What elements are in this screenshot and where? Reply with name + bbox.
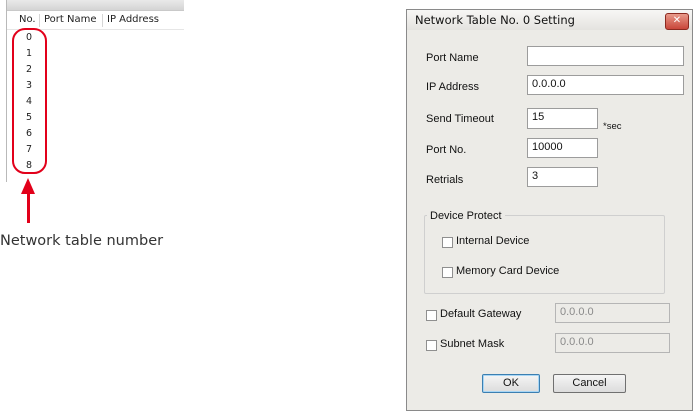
annotation-caption: Network table number <box>0 233 164 249</box>
retrials-label: Retrials <box>426 174 464 186</box>
default-gateway-label[interactable]: Default Gateway <box>440 308 521 320</box>
port-name-input[interactable] <box>527 46 684 66</box>
close-icon: ✕ <box>672 15 682 26</box>
port-no-label: Port No. <box>426 144 467 156</box>
ok-button[interactable]: OK <box>482 374 540 393</box>
device-protect-group <box>424 215 665 294</box>
arrow-shaft <box>27 192 30 223</box>
internal-device-label[interactable]: Internal Device <box>456 235 529 247</box>
list-top-bar <box>7 0 184 11</box>
send-timeout-unit: *sec <box>603 121 622 132</box>
cancel-button[interactable]: Cancel <box>553 374 626 393</box>
highlight-outline <box>12 28 47 174</box>
port-name-label: Port Name <box>426 52 479 64</box>
close-button[interactable]: ✕ <box>665 13 689 30</box>
port-no-input[interactable]: 10000 <box>527 138 598 158</box>
device-protect-title: Device Protect <box>427 210 505 222</box>
column-separator[interactable] <box>39 14 40 27</box>
dialog-titlebar[interactable]: Network Table No. 0 Setting ✕ <box>407 10 692 30</box>
memory-card-device-checkbox[interactable] <box>442 267 453 278</box>
default-gateway-input[interactable]: 0.0.0.0 <box>555 303 670 323</box>
retrials-input[interactable]: 3 <box>527 167 598 187</box>
subnet-mask-label[interactable]: Subnet Mask <box>440 338 504 350</box>
column-header-no[interactable]: No. <box>19 14 36 25</box>
subnet-mask-input[interactable]: 0.0.0.0 <box>555 333 670 353</box>
column-separator[interactable] <box>102 14 103 27</box>
ip-address-label: IP Address <box>426 81 479 93</box>
dialog-title: Network Table No. 0 Setting <box>415 13 575 27</box>
column-header-port-name[interactable]: Port Name <box>44 14 97 25</box>
send-timeout-input[interactable]: 15 <box>527 108 598 129</box>
memory-card-device-label[interactable]: Memory Card Device <box>456 265 559 277</box>
send-timeout-label: Send Timeout <box>426 113 494 125</box>
internal-device-checkbox[interactable] <box>442 237 453 248</box>
subnet-mask-checkbox[interactable] <box>426 340 437 351</box>
network-table-setting-dialog: Network Table No. 0 Setting ✕ Port Name … <box>406 9 693 411</box>
column-header-ip-address[interactable]: IP Address <box>107 14 159 25</box>
default-gateway-checkbox[interactable] <box>426 310 437 321</box>
ip-address-input[interactable]: 0.0.0.0 <box>527 75 684 95</box>
